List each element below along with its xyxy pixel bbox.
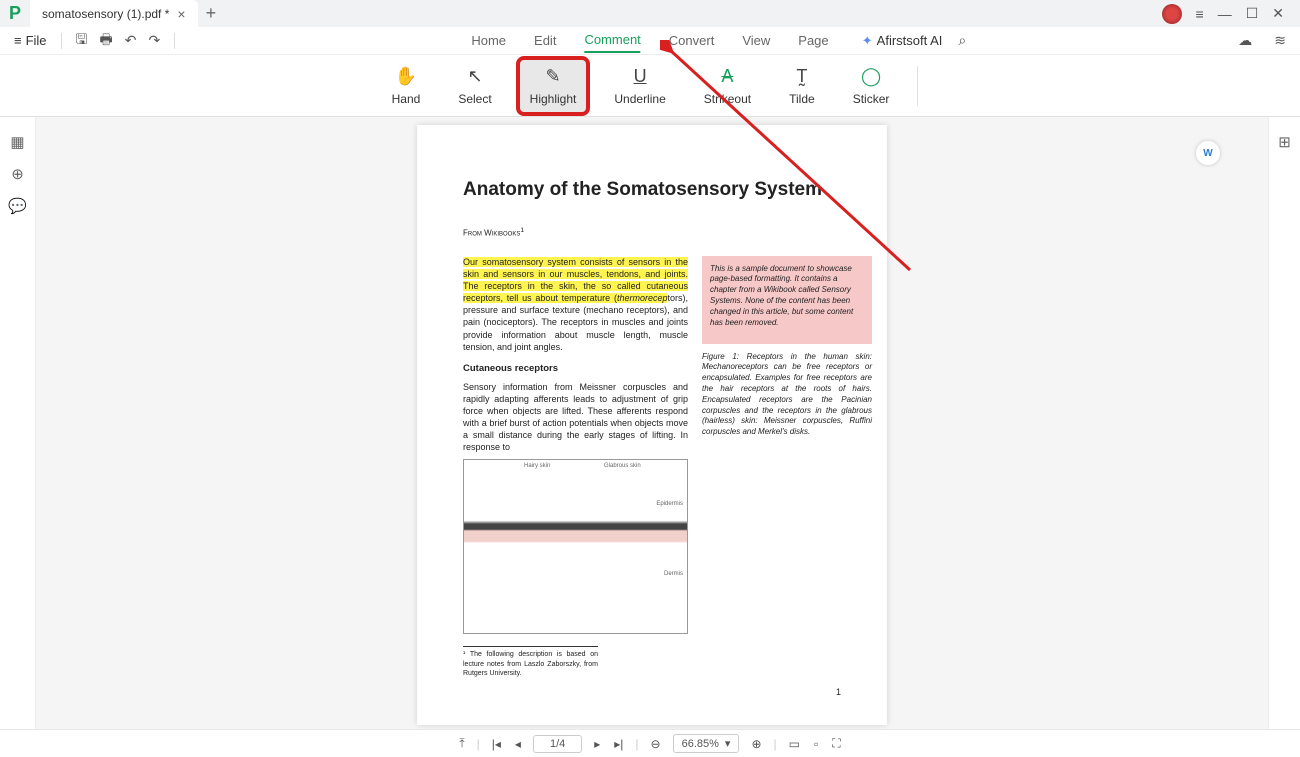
cloud-icon[interactable]: ☁ [1232,32,1258,49]
prev-page-icon[interactable]: ◂ [513,737,523,751]
tool-tilde[interactable]: T̰ Tilde [779,60,825,112]
main-nav: Home Edit Comment Convert View Page [471,28,828,53]
tool-hand[interactable]: ✋ Hand [382,60,431,112]
minimize-button[interactable]: — [1218,6,1232,22]
bookmark-icon[interactable]: ⊕ [11,165,24,183]
skin-diagram: Hairy skin Glabrous skin Epidermis Dermi… [463,459,688,634]
footnote: ¹ The following description is based on … [463,646,598,678]
last-page-icon[interactable]: ▸| [612,737,625,751]
fullscreen-icon[interactable]: ⛶ [830,736,842,751]
tool-highlight[interactable]: ✎ Highlight [520,60,587,112]
titlebar: P somatosensory (1).pdf * × + ≡ — ☐ ✕ [0,0,1300,27]
cursor-icon: ↖ [467,66,482,88]
app-logo: P [0,0,30,27]
highlight-icon: ✎ [545,66,560,88]
body-left-column: Our somatosensory system consists of sen… [463,256,688,679]
next-page-icon[interactable]: ▸ [592,737,602,751]
tool-sticker[interactable]: ◯ Sticker [843,60,900,112]
doc-source: From Wikibooks1 [463,227,841,238]
body-right-column: This is a sample document to showcase pa… [702,256,872,679]
workspace: ▦ ⊕ 💬 W Anatomy of the Somatosensory Sys… [0,117,1300,729]
page-top-icon[interactable]: ⤒ [457,736,466,751]
maximize-button[interactable]: ☐ [1246,5,1259,22]
more-icon[interactable]: ≋ [1268,32,1292,49]
comment-toolbar: ✋ Hand ↖ Select ✎ Highlight U Underline … [0,55,1300,117]
nav-page[interactable]: Page [798,29,828,52]
zoom-level[interactable]: 66.85%▾ [673,734,740,753]
separator [917,66,918,106]
new-tab-button[interactable]: + [206,3,217,24]
nav-home[interactable]: Home [471,29,506,52]
hand-icon: ✋ [395,66,417,88]
comments-icon[interactable]: 💬 [8,197,27,215]
sticker-icon: ◯ [861,66,881,88]
strikeout-icon: A [721,66,733,88]
zoom-out-icon[interactable]: ⊖ [649,737,663,751]
nav-view[interactable]: View [742,29,770,52]
tab-title: somatosensory (1).pdf * [42,7,169,21]
nav-comment[interactable]: Comment [584,28,640,53]
tool-strikeout[interactable]: A Strikeout [694,60,761,112]
paragraph: Sensory information from Meissner corpus… [463,381,688,454]
nav-convert[interactable]: Convert [669,29,715,52]
user-avatar[interactable] [1162,4,1182,24]
word-export-badge[interactable]: W [1196,141,1220,165]
file-menu[interactable]: ≡ File [8,33,53,48]
doc-title: Anatomy of the Somatosensory System [463,179,841,201]
save-icon[interactable]: 🖫 [70,29,94,53]
close-window-button[interactable]: ✕ [1272,5,1284,22]
statusbar: ⤒ | |◂ ◂ 1/4 ▸ ▸| | ⊖ 66.85%▾ ⊕ | ▭ ▫ ⛶ [0,729,1300,757]
menu-icon: ≡ [14,33,22,48]
sparkle-icon: ✦ [862,33,873,49]
figure-caption: Figure 1: Receptors in the human skin: M… [702,352,872,438]
tool-select[interactable]: ↖ Select [448,60,501,112]
nav-edit[interactable]: Edit [534,29,556,52]
info-box: This is a sample document to showcase pa… [702,256,872,344]
page-indicator[interactable]: 1/4 [533,735,582,753]
redo-icon[interactable]: ↷ [142,32,166,49]
pdf-page: Anatomy of the Somatosensory System From… [417,125,887,725]
thumbnail-icon[interactable]: ▦ [10,133,24,151]
zoom-in-icon[interactable]: ⊕ [749,737,763,751]
menubar: ≡ File 🖫 🖶 ↶ ↷ Home Edit Comment Convert… [0,27,1300,55]
search-icon[interactable]: ⌕ [952,32,972,49]
print-icon[interactable]: 🖶 [93,29,118,53]
fit-page-icon[interactable]: ▫ [812,737,820,751]
fit-width-icon[interactable]: ▭ [787,737,802,751]
ai-button[interactable]: ✦ Afirstsoft AI [862,33,943,49]
properties-icon[interactable]: ⊞ [1278,133,1291,151]
left-panel: ▦ ⊕ 💬 [0,117,36,729]
document-tab[interactable]: somatosensory (1).pdf * × [30,0,198,27]
right-panel: ⊞ [1268,117,1300,729]
underline-icon: U [634,66,647,88]
separator [174,33,175,49]
close-tab-icon[interactable]: × [177,6,185,22]
separator [61,33,62,49]
page-canvas[interactable]: W Anatomy of the Somatosensory System Fr… [36,117,1268,729]
tilde-icon: T̰ [796,66,807,88]
page-number: 1 [836,687,841,697]
tool-underline[interactable]: U Underline [604,60,675,112]
subheading: Cutaneous receptors [463,363,688,376]
hamburger-icon[interactable]: ≡ [1196,6,1204,22]
undo-icon[interactable]: ↶ [119,32,143,49]
first-page-icon[interactable]: |◂ [490,737,503,751]
